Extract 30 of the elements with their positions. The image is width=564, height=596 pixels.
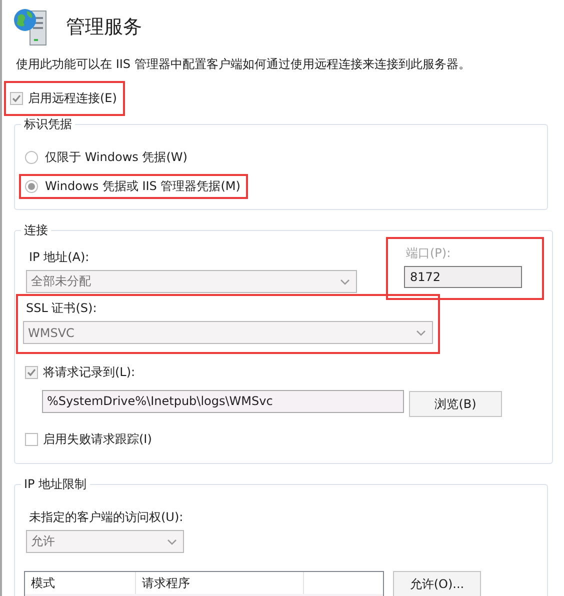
checkbox-row[interactable]: 将请求记录到(L): [19,359,142,386]
dropdown[interactable]: 全部未分配 [26,270,357,293]
column-header[interactable]: 请求程序 [136,572,304,594]
checkbox-row[interactable]: 启用远程连接(E) [4,81,125,116]
chevron-down-icon [167,538,177,544]
checkbox[interactable] [25,366,38,379]
field-label: SSL 证书(S): [26,300,98,317]
group-title: 连接 [23,222,49,239]
radio-button[interactable] [25,151,38,164]
chevron-down-icon [416,330,426,336]
field-label: 端口(P): [406,245,452,262]
checkbox-row[interactable]: 启用失败请求跟踪(I) [19,426,158,453]
checkbox[interactable] [10,92,23,105]
field-label: IP 地址(A): [29,249,90,266]
log-path-field[interactable]: %SystemDrive%\Inetpub\logs\WMSvc [42,390,404,413]
browse-button[interactable]: 浏览(B) [409,391,502,417]
group-title: IP 地址限制 [23,476,88,493]
page-title: 管理服务 [66,15,142,40]
field-label: 未指定的客户端的访问权(U): [29,509,184,526]
chevron-down-icon [340,278,350,284]
allow-button[interactable]: 允许(O)... [393,571,481,596]
checkbox[interactable] [25,433,38,446]
description-text: 使用此功能可以在 IIS 管理器中配置客户端如何通过使用远程连接来连接到此服务器。 [16,56,470,73]
column-header[interactable]: 模式 [25,572,136,594]
radio-option[interactable]: Windows 凭据或 IIS 管理器凭据(M) [19,174,248,199]
radio-button[interactable] [25,180,38,193]
radio-option[interactable]: 仅限于 Windows 凭据(W) [19,145,196,170]
group-title: 标识凭据 [23,116,73,133]
dropdown[interactable]: 允许 [26,530,184,553]
dropdown[interactable]: WMSVC [23,321,433,344]
